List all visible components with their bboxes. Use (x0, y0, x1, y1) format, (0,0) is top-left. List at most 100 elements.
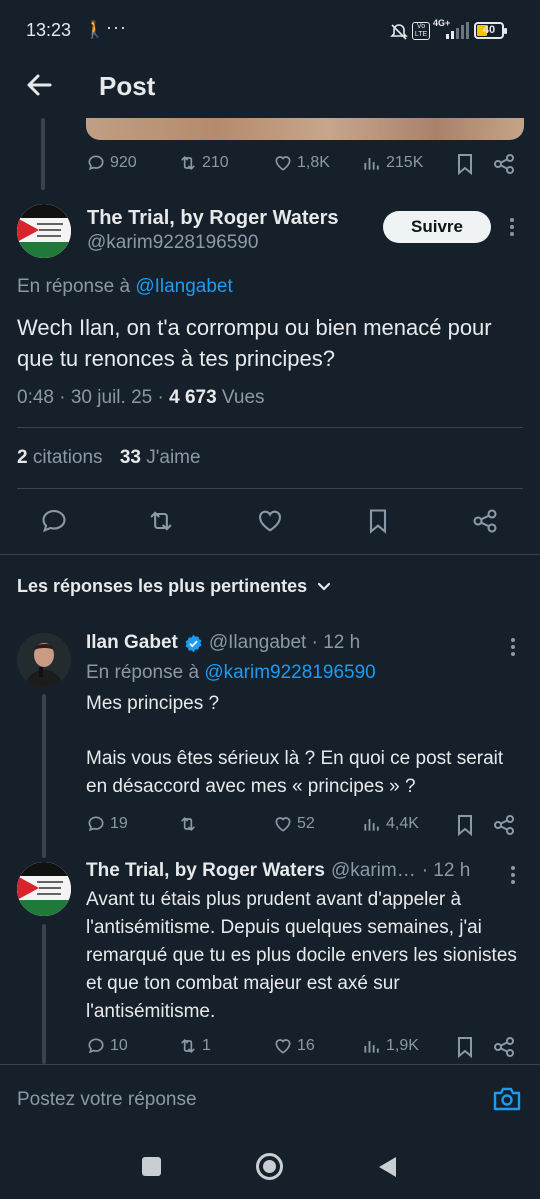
verified-badge-icon (185, 634, 202, 652)
divider (17, 488, 523, 489)
divider (0, 554, 540, 555)
retweet-button[interactable] (178, 814, 202, 834)
reply-context: En réponse à @karim9228196590 (86, 662, 376, 684)
views-icon (364, 819, 379, 831)
system-nav-bar (0, 1127, 540, 1199)
reply-count: 19 (110, 815, 128, 832)
reply-input[interactable]: Postez votre réponse (17, 1089, 197, 1111)
bookmark-icon[interactable] (455, 153, 475, 175)
retweet-button[interactable]: 210 (178, 153, 229, 173)
more-notifications-icon: ··· (106, 17, 127, 37)
tweet-time: 0:48 · 30 juil. 25 · (17, 387, 164, 408)
likes-stat[interactable]: 33 J'aime (120, 447, 201, 468)
volte-icon: Vo LTE (412, 22, 430, 40)
heart-icon (275, 817, 291, 832)
chevron-down-icon (318, 582, 331, 591)
follow-button[interactable]: Suivre (383, 211, 491, 243)
reply-prefix: En réponse à (17, 276, 131, 297)
thread-line (42, 924, 46, 1064)
retweet-count: 1 (202, 1037, 211, 1054)
avatar[interactable] (17, 204, 71, 258)
replies-sort-dropdown[interactable]: Les réponses les plus pertinentes (17, 576, 331, 597)
divider (0, 1064, 540, 1065)
bookmark-icon[interactable] (455, 814, 475, 836)
heart-icon (275, 1039, 291, 1054)
person-avatar-icon (17, 633, 71, 687)
views-count: 4,4K (386, 815, 419, 832)
back-nav-icon[interactable] (376, 1155, 398, 1179)
mute-bell-icon (390, 24, 408, 40)
camera-icon[interactable] (492, 1085, 522, 1113)
retweet-icon[interactable] (147, 507, 175, 535)
reply-text: Avant tu étais plus prudent avant d'appe… (86, 889, 517, 1022)
recents-icon[interactable] (142, 1157, 161, 1176)
page-title: Post (99, 71, 156, 101)
author-name[interactable]: The Trial, by Roger Waters (87, 207, 339, 230)
signal-icon (446, 22, 469, 39)
palestine-flag-avatar-icon (17, 204, 71, 258)
reply-header: The Trial, by Roger Waters @karim… · 12 … (86, 860, 470, 882)
views-button[interactable]: 215K (362, 153, 423, 173)
like-button[interactable]: 52 (273, 814, 315, 834)
divider (17, 427, 523, 428)
reply-context: En réponse à @Ilangabet (17, 276, 233, 298)
thread-line (42, 694, 46, 858)
reply-button[interactable]: 920 (86, 153, 137, 173)
quotes-stat[interactable]: 2 citations (17, 447, 103, 468)
more-options-icon[interactable] (508, 864, 518, 886)
like-button[interactable]: 16 (273, 1036, 315, 1056)
more-options-icon[interactable] (508, 636, 518, 658)
avatar[interactable] (17, 633, 71, 687)
author-name[interactable]: Ilan Gabet (86, 632, 178, 654)
likes-count: 33 (119, 447, 141, 468)
palestine-flag-avatar-icon (17, 862, 71, 916)
tweet-stats: 2 citations 33 J'aime (17, 447, 201, 469)
reply-text-line2: Mais vous êtes sérieux là ? En quoi ce p… (86, 748, 504, 797)
walking-icon: 🚶 (84, 20, 106, 39)
views-count: 4 673 (169, 387, 217, 408)
back-arrow-icon[interactable] (24, 70, 54, 100)
reply-count: 10 (110, 1037, 128, 1054)
reply-time: · 12 h (421, 860, 471, 881)
retweet-icon (181, 816, 195, 832)
reply-handle-link[interactable]: @karim9228196590 (204, 662, 375, 683)
bookmark-icon[interactable] (364, 507, 392, 535)
reply-text-line1: Mes principes ? (86, 693, 220, 714)
retweet-icon (181, 1038, 195, 1054)
reply-icon[interactable] (40, 507, 68, 535)
media-image[interactable] (86, 118, 524, 140)
reply-icon (88, 1038, 104, 1054)
home-icon[interactable] (256, 1153, 283, 1180)
views-count: 215K (386, 154, 424, 171)
reply-button[interactable]: 10 (86, 1036, 128, 1056)
like-button[interactable]: 1,8K (273, 153, 330, 173)
reply-handle-link[interactable]: @Ilangabet (135, 276, 232, 297)
views-button[interactable]: 4,4K (362, 814, 419, 834)
reply-icon (88, 155, 104, 171)
like-count: 1,8K (297, 154, 330, 171)
views-button[interactable]: 1,9K (362, 1036, 419, 1056)
reply-button[interactable]: 19 (86, 814, 128, 834)
share-icon[interactable] (471, 507, 499, 535)
likes-label: J'aime (146, 447, 201, 468)
replies-section-title: Les réponses les plus pertinentes (17, 576, 308, 596)
views-label: Vues (221, 387, 265, 408)
author-handle[interactable]: @Ilangabet · 12 h (209, 632, 360, 654)
retweet-count: 210 (202, 154, 229, 171)
heart-icon[interactable] (256, 507, 284, 535)
more-options-icon[interactable] (507, 216, 517, 238)
quotes-label: citations (32, 447, 103, 468)
reply-icon (88, 816, 104, 832)
share-icon[interactable] (493, 1036, 515, 1058)
views-icon (364, 158, 379, 170)
author-handle[interactable]: @karim9228196590 (87, 232, 258, 254)
author-handle[interactable]: @karim… (331, 860, 416, 882)
retweet-button[interactable]: 1 (178, 1036, 211, 1056)
avatar[interactable] (17, 862, 71, 916)
author-name[interactable]: The Trial, by Roger Waters (86, 860, 325, 882)
share-icon[interactable] (493, 153, 515, 175)
bookmark-icon[interactable] (455, 1036, 475, 1058)
share-icon[interactable] (493, 814, 515, 836)
tweet-text: Wech Ilan, on t'a corrompu ou bien menac… (17, 315, 492, 371)
quotes-count: 2 (17, 447, 28, 468)
